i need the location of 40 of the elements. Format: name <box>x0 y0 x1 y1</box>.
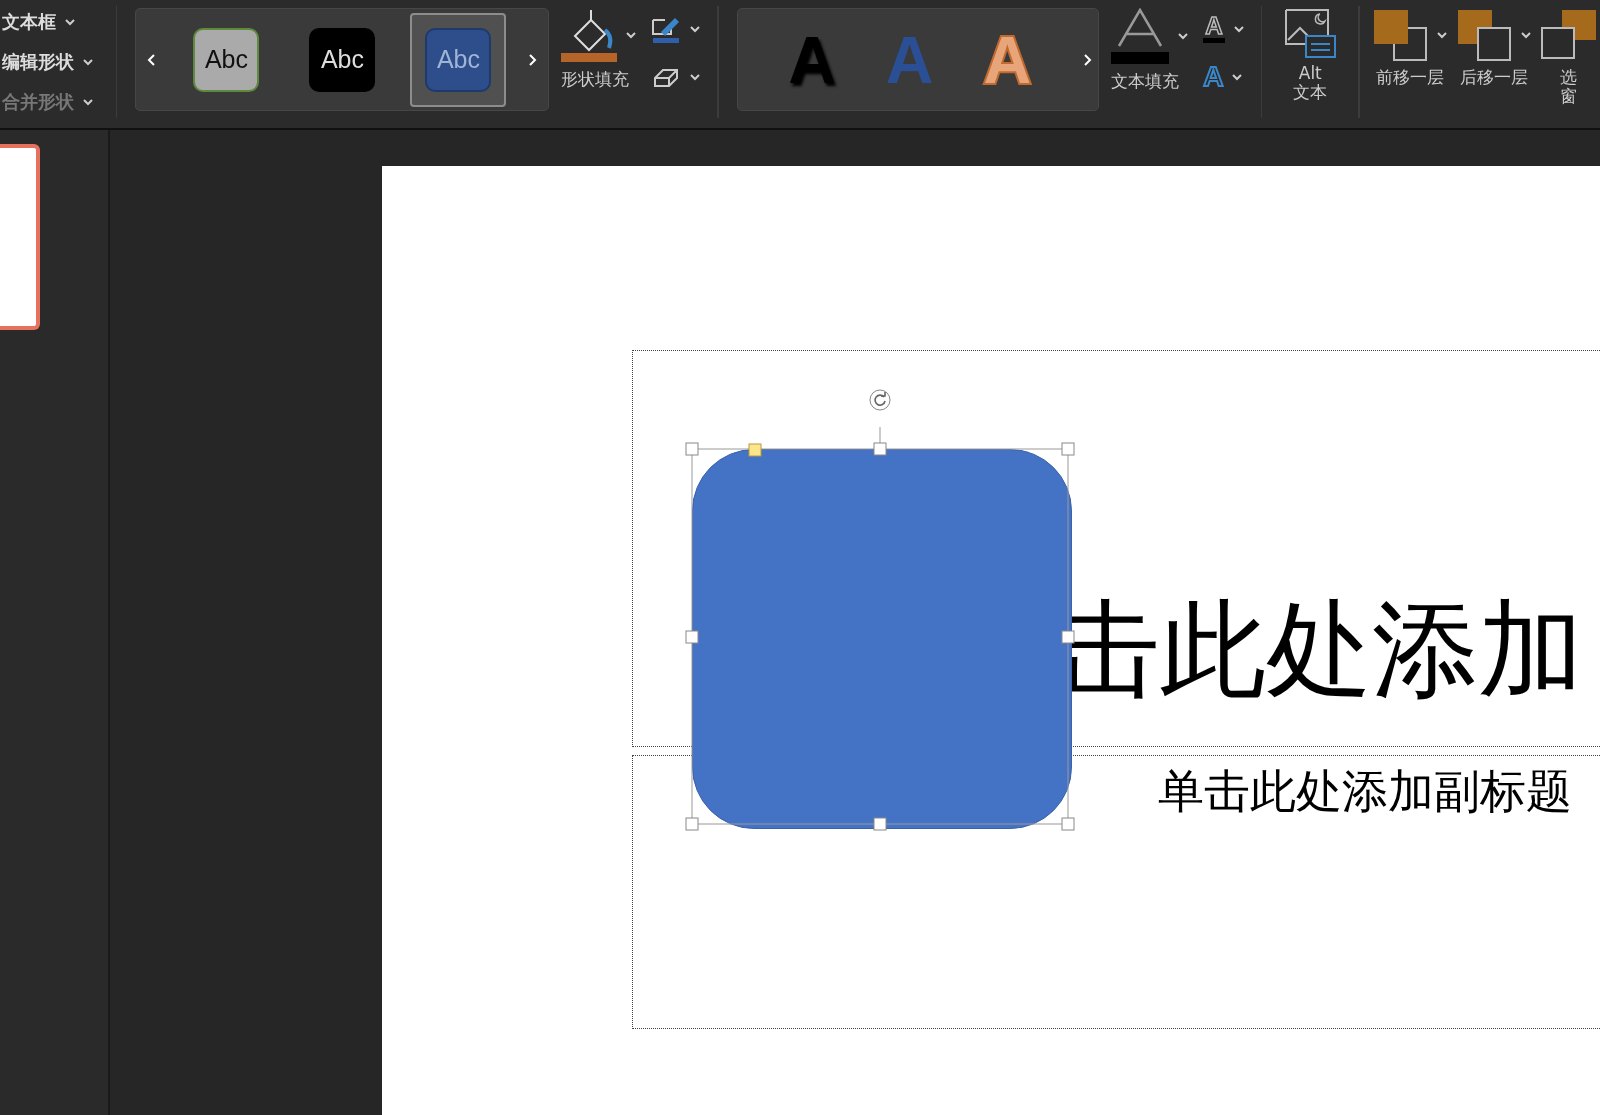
style-option[interactable]: Abc <box>294 12 391 107</box>
style-option[interactable]: Abc <box>410 12 507 107</box>
layered-squares-icon[interactable] <box>1372 8 1428 62</box>
slide-thumbnail[interactable] <box>0 144 40 330</box>
style-swatch: Abc <box>425 27 492 92</box>
text-fill-icon[interactable] <box>1111 8 1170 64</box>
layered-squares-icon[interactable] <box>1540 8 1596 62</box>
picture-caption-icon[interactable] <box>1284 8 1337 58</box>
dropdown-caret-icon[interactable] <box>689 24 702 34</box>
caret-icon <box>82 57 94 67</box>
text-fill-label: 文本填充 <box>1111 70 1180 93</box>
layered-squares-icon[interactable] <box>1456 8 1512 62</box>
arrange-label: 选 窗 <box>1559 68 1577 106</box>
shape-fill-label: 形状填充 <box>561 68 630 91</box>
rotate-handle-icon[interactable] <box>868 388 892 412</box>
arrange-label: 后移一层 <box>1460 68 1528 87</box>
scroll-right-icon[interactable] <box>1081 52 1094 67</box>
ribbon-menu-button[interactable]: 编辑形状 <box>2 48 96 76</box>
text-outline-button[interactable]: A <box>1203 14 1225 43</box>
dropdown-caret-icon[interactable] <box>1232 23 1245 34</box>
style-option[interactable]: Abc <box>178 12 275 107</box>
rounded-square-shape[interactable] <box>692 449 1072 829</box>
dropdown-caret-icon[interactable] <box>1520 30 1532 40</box>
dropdown-caret-icon[interactable] <box>1436 30 1448 40</box>
dropdown-caret-icon[interactable] <box>1231 72 1244 82</box>
style-swatch: Abc <box>193 27 260 92</box>
scroll-right-icon[interactable] <box>526 52 539 67</box>
caret-icon <box>64 17 76 27</box>
dropdown-caret-icon[interactable] <box>689 72 702 82</box>
style-swatch: Abc <box>309 27 376 92</box>
subtitle-text: 单击此处添加副标题 <box>1158 763 1572 820</box>
dropdown-caret-icon[interactable] <box>625 30 638 40</box>
ribbon-menu-button[interactable]: 文本框 <box>2 8 96 36</box>
wordart-style[interactable]: A <box>983 26 1032 93</box>
paint-bucket-icon[interactable] <box>561 8 618 62</box>
caret-icon <box>82 97 94 107</box>
text-effects-button[interactable]: A <box>1203 63 1224 91</box>
arrange-label: 前移一层 <box>1376 68 1444 87</box>
dropdown-caret-icon[interactable] <box>1177 31 1190 41</box>
alt-text-label: Alt 文本 <box>1293 64 1328 102</box>
